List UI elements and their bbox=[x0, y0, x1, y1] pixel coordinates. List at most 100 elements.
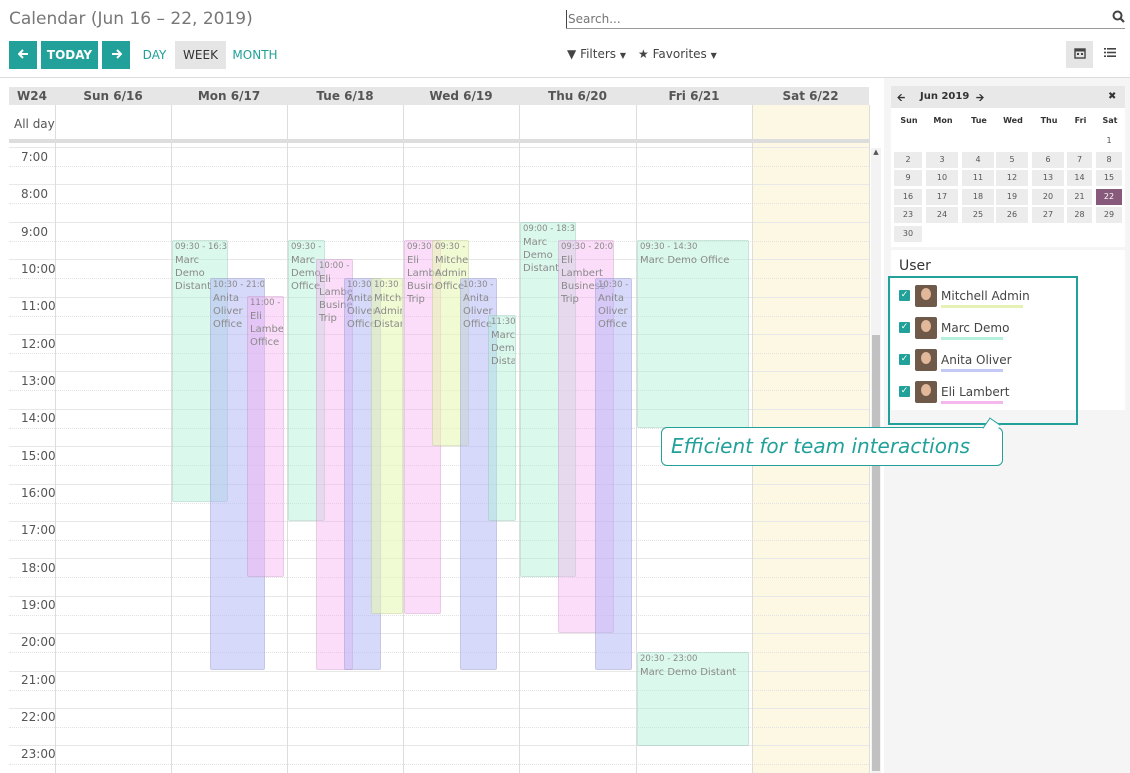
page-title: Calendar (Jun 16 – 22, 2019) bbox=[9, 9, 253, 29]
search-bar[interactable] bbox=[566, 8, 1125, 29]
list-icon bbox=[1103, 47, 1116, 62]
scale-month-button[interactable]: MONTH bbox=[230, 41, 280, 69]
calendar-event[interactable]: 10:30 -Mitchell Admin Distant bbox=[371, 278, 403, 614]
hour-gridline bbox=[9, 633, 869, 634]
search-input[interactable] bbox=[566, 10, 1086, 28]
scroll-up-icon[interactable]: ▲ bbox=[872, 148, 880, 156]
mini-calendar-day[interactable]: 8 bbox=[1096, 151, 1122, 168]
favorites-label: Favorites bbox=[652, 47, 707, 61]
calendar-view-button[interactable] bbox=[1066, 41, 1093, 68]
hour-label: 11:00 bbox=[21, 299, 56, 313]
mini-calendar-day[interactable]: 23 bbox=[894, 207, 922, 223]
scale-day-button[interactable]: DAY bbox=[138, 41, 171, 69]
mini-calendar-day[interactable]: 24 bbox=[926, 207, 958, 223]
mini-calendar-day[interactable]: 21 bbox=[1067, 188, 1092, 205]
mini-calendar-day[interactable]: 17 bbox=[926, 188, 958, 205]
mini-calendar-day[interactable]: 25 bbox=[962, 207, 994, 223]
caret-down-icon: ▼ bbox=[710, 51, 717, 60]
allday-row[interactable]: All day bbox=[9, 105, 869, 143]
mini-calendar-day[interactable]: 30 bbox=[894, 225, 922, 242]
next-button[interactable] bbox=[102, 41, 130, 69]
mini-month-label: Jun 2019 bbox=[920, 91, 970, 102]
half-hour-gridline bbox=[9, 203, 869, 204]
day-header-mon[interactable]: Mon 6/17 bbox=[171, 87, 287, 105]
mini-calendar-day[interactable]: 5 bbox=[996, 151, 1028, 168]
mini-calendar-day[interactable]: 13 bbox=[1032, 170, 1064, 186]
mini-calendar-day[interactable]: 6 bbox=[1032, 151, 1064, 168]
filters-label: Filters bbox=[580, 47, 617, 61]
next-month-icon[interactable]: 🡪 bbox=[976, 91, 984, 108]
mini-calendar-day[interactable]: 1 bbox=[1096, 133, 1122, 149]
mini-calendar-day[interactable]: 3 bbox=[926, 151, 958, 168]
mini-calendar-day[interactable]: 14 bbox=[1067, 170, 1092, 186]
hour-label: 20:00 bbox=[21, 635, 56, 649]
hour-label: 12:00 bbox=[21, 337, 56, 351]
mini-calendar-day[interactable]: 16 bbox=[894, 188, 922, 205]
mini-calendar-day[interactable]: 26 bbox=[996, 207, 1028, 223]
calendar-event[interactable]: 10:30 - 2Anita Oliver Office bbox=[595, 278, 632, 670]
prev-month-icon[interactable]: 🡨 bbox=[897, 91, 905, 108]
day-column-divider bbox=[55, 105, 56, 773]
calendar-event[interactable]: 11:30 -Marc Demo Distant bbox=[488, 315, 516, 521]
calendar-event[interactable]: 09:30 - 14:30 Marc Demo Office bbox=[637, 240, 749, 428]
hour-label: 8:00 bbox=[21, 187, 48, 201]
mini-weekday-label: Sat bbox=[1102, 116, 1118, 125]
mini-calendar-day[interactable]: 2 bbox=[894, 151, 922, 168]
today-button[interactable]: TODAY bbox=[41, 41, 98, 69]
mini-calendar-day[interactable]: 27 bbox=[1032, 207, 1064, 223]
search-icon[interactable] bbox=[1112, 10, 1125, 27]
day-column-divider bbox=[403, 105, 404, 773]
hour-label: 17:00 bbox=[21, 523, 56, 537]
allday-label: All day bbox=[14, 117, 55, 131]
filter-icon: ▼ bbox=[567, 47, 577, 61]
mini-calendar-day[interactable]: 10 bbox=[926, 170, 958, 186]
calendar-event[interactable]: 11:00 - 1Eli Lambert Office bbox=[247, 296, 284, 577]
day-column-divider bbox=[636, 105, 637, 773]
filters-dropdown[interactable]: ▼ Filters ▼ bbox=[567, 47, 626, 61]
mini-calendar-header: 🡨 Jun 2019 🡪 ✖ bbox=[891, 86, 1125, 108]
hour-label: 16:00 bbox=[21, 486, 56, 500]
day-header-wed[interactable]: Wed 6/19 bbox=[403, 87, 519, 105]
day-header-sun[interactable]: Sun 6/16 bbox=[55, 87, 171, 105]
calendar-event[interactable]: 20:30 - 23:00 Marc Demo Distant bbox=[637, 652, 749, 746]
caret-down-icon: ▼ bbox=[619, 51, 627, 60]
close-icon[interactable]: ✖ bbox=[1108, 91, 1116, 102]
mini-calendar[interactable]: 🡨 Jun 2019 🡪 ✖ Sun Mon Tue Wed Thu Fri Sat 1 2 3 4… bbox=[891, 86, 1125, 247]
scale-week-button[interactable]: WEEK bbox=[175, 41, 226, 69]
mini-calendar-day[interactable]: 29 bbox=[1096, 207, 1122, 223]
mini-weekday-label: Tue bbox=[971, 116, 987, 125]
half-hour-gridline bbox=[9, 615, 869, 616]
mini-calendar-day[interactable]: 15 bbox=[1096, 170, 1122, 186]
day-column-divider bbox=[519, 105, 520, 773]
mini-calendar-day[interactable]: 4 bbox=[962, 151, 994, 168]
hour-label: 19:00 bbox=[21, 598, 56, 612]
scrollbar-thumb[interactable] bbox=[872, 335, 880, 771]
mini-calendar-day[interactable]: 28 bbox=[1067, 207, 1092, 223]
hour-label: 13:00 bbox=[21, 374, 56, 388]
hour-label: 18:00 bbox=[21, 561, 56, 575]
hour-label: 9:00 bbox=[21, 225, 48, 239]
mini-calendar-day[interactable]: 20 bbox=[1032, 188, 1064, 205]
day-header-sat[interactable]: Sat 6/22 bbox=[752, 87, 869, 105]
mini-calendar-day[interactable]: 18 bbox=[962, 188, 994, 205]
day-header-tue[interactable]: Tue 6/18 bbox=[287, 87, 403, 105]
mini-weekday-label: Mon bbox=[933, 116, 953, 125]
mini-calendar-day[interactable]: 7 bbox=[1067, 151, 1092, 168]
mini-calendar-day[interactable]: 22 bbox=[1096, 188, 1122, 205]
hour-label: 23:00 bbox=[21, 747, 56, 761]
hour-label: 10:00 bbox=[21, 262, 56, 276]
day-header-fri[interactable]: Fri 6/21 bbox=[636, 87, 752, 105]
mini-calendar-day[interactable]: 9 bbox=[894, 170, 922, 186]
mini-calendar-day[interactable]: 19 bbox=[996, 188, 1028, 205]
previous-button[interactable] bbox=[9, 41, 37, 69]
callout-text: Efficient for team interactions bbox=[671, 434, 971, 458]
hour-label: 22:00 bbox=[21, 710, 56, 724]
highlight-frame bbox=[888, 276, 1078, 425]
favorites-dropdown[interactable]: ★ Favorites ▼ bbox=[638, 47, 717, 61]
day-header-thu[interactable]: Thu 6/20 bbox=[519, 87, 636, 105]
mini-calendar-day[interactable]: 11 bbox=[962, 170, 994, 186]
list-view-button[interactable] bbox=[1096, 41, 1123, 68]
mini-weekday-label: Wed bbox=[1003, 116, 1023, 125]
hour-gridline bbox=[9, 184, 869, 185]
mini-calendar-day[interactable]: 12 bbox=[996, 170, 1028, 186]
